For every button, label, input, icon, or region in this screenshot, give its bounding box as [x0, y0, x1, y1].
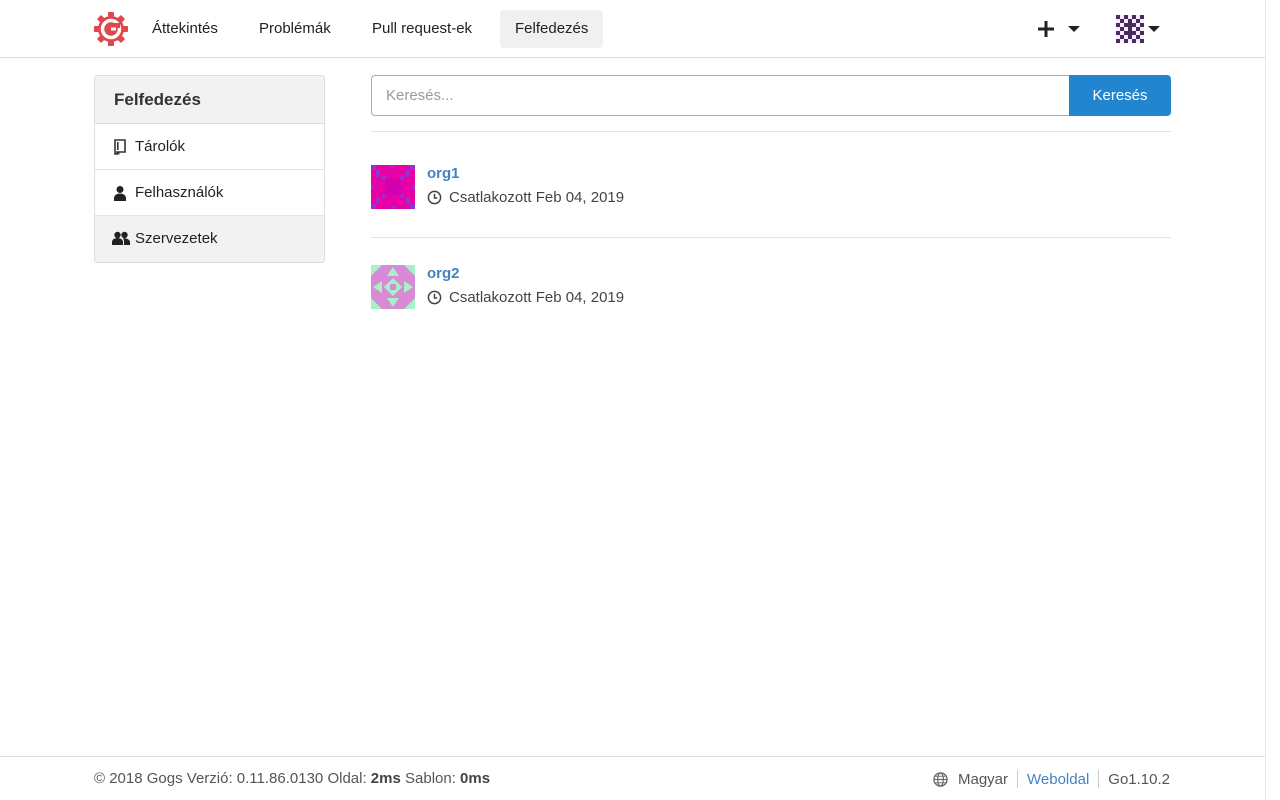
- clock-icon: [427, 190, 442, 205]
- nav-explore[interactable]: Felfedezés: [500, 10, 604, 48]
- top-navbar: Áttekintés Problémák Pull request-ek Fel…: [0, 0, 1265, 58]
- page-footer: © 2018 Gogs Verzió: 0.11.86.0130 Oldal: …: [0, 756, 1265, 800]
- footer-template-label: Sablon:: [405, 770, 456, 787]
- org-avatar[interactable]: [371, 265, 415, 309]
- footer-page-time: 2ms: [370, 770, 401, 787]
- list-item: org2 Csatlakozott Feb 04, 2019: [371, 265, 1171, 311]
- org-joined-text: Csatlakozott Feb 04, 2019: [449, 289, 625, 306]
- footer-version-info: © 2018 Gogs Verzió: 0.11.86.0130 Oldal: …: [94, 770, 490, 787]
- user-avatar: [1116, 15, 1144, 43]
- nav-pull-requests[interactable]: Pull request-ek: [357, 10, 487, 48]
- sidebar-item-label: Felhasználók: [135, 184, 224, 201]
- sidebar-item-organizations[interactable]: Szervezetek: [95, 216, 324, 262]
- language-selector[interactable]: Magyar: [958, 771, 1008, 788]
- search-input[interactable]: [371, 75, 1069, 116]
- create-menu[interactable]: [1036, 14, 1084, 44]
- globe-icon: [933, 771, 948, 787]
- sidebar-item-repositories[interactable]: Tárolók: [95, 124, 324, 170]
- website-link[interactable]: Weboldal: [1027, 771, 1089, 788]
- chevron-down-icon: [1148, 26, 1160, 32]
- sidebar-item-label: Tárolók: [135, 138, 186, 155]
- divider: [371, 237, 1171, 238]
- go-version: Go1.10.2: [1108, 770, 1170, 788]
- person-icon: [114, 186, 126, 201]
- organization-icon: [112, 231, 130, 245]
- nav-dashboard[interactable]: Áttekintés: [137, 10, 233, 48]
- sidebar-title: Felfedezés: [95, 76, 324, 124]
- sidebar-item-users[interactable]: Felhasználók: [95, 170, 324, 216]
- explore-sidebar: Felfedezés Tárolók Felhasználók Szerveze…: [94, 75, 325, 263]
- divider: [1017, 770, 1019, 788]
- plus-icon: [1038, 21, 1054, 37]
- sidebar-item-label: Szervezetek: [135, 230, 218, 247]
- divider: [1098, 770, 1100, 788]
- footer-template-time: 0ms: [460, 770, 491, 787]
- org-avatar[interactable]: [371, 165, 415, 209]
- repo-icon: [114, 139, 126, 155]
- footer-copyright: © 2018 Gogs Verzió: 0.11.86.0130 Oldal:: [94, 770, 367, 787]
- chevron-down-icon: [1068, 26, 1080, 32]
- org-name-link[interactable]: org1: [427, 165, 460, 182]
- footer-links: Magyar Weboldal Go1.10.2: [933, 770, 1170, 788]
- divider: [371, 131, 1171, 132]
- clock-icon: [427, 290, 442, 305]
- nav-issues[interactable]: Problémák: [244, 10, 346, 48]
- list-item: org1 Csatlakozott Feb 04, 2019: [371, 165, 1171, 211]
- search-button[interactable]: Keresés: [1069, 75, 1171, 116]
- org-joined-text: Csatlakozott Feb 04, 2019: [449, 189, 625, 206]
- user-menu[interactable]: [1114, 12, 1166, 46]
- gogs-logo-icon[interactable]: [94, 12, 128, 46]
- scrollbar-gutter: [1265, 0, 1280, 800]
- org-name-link[interactable]: org2: [427, 265, 460, 282]
